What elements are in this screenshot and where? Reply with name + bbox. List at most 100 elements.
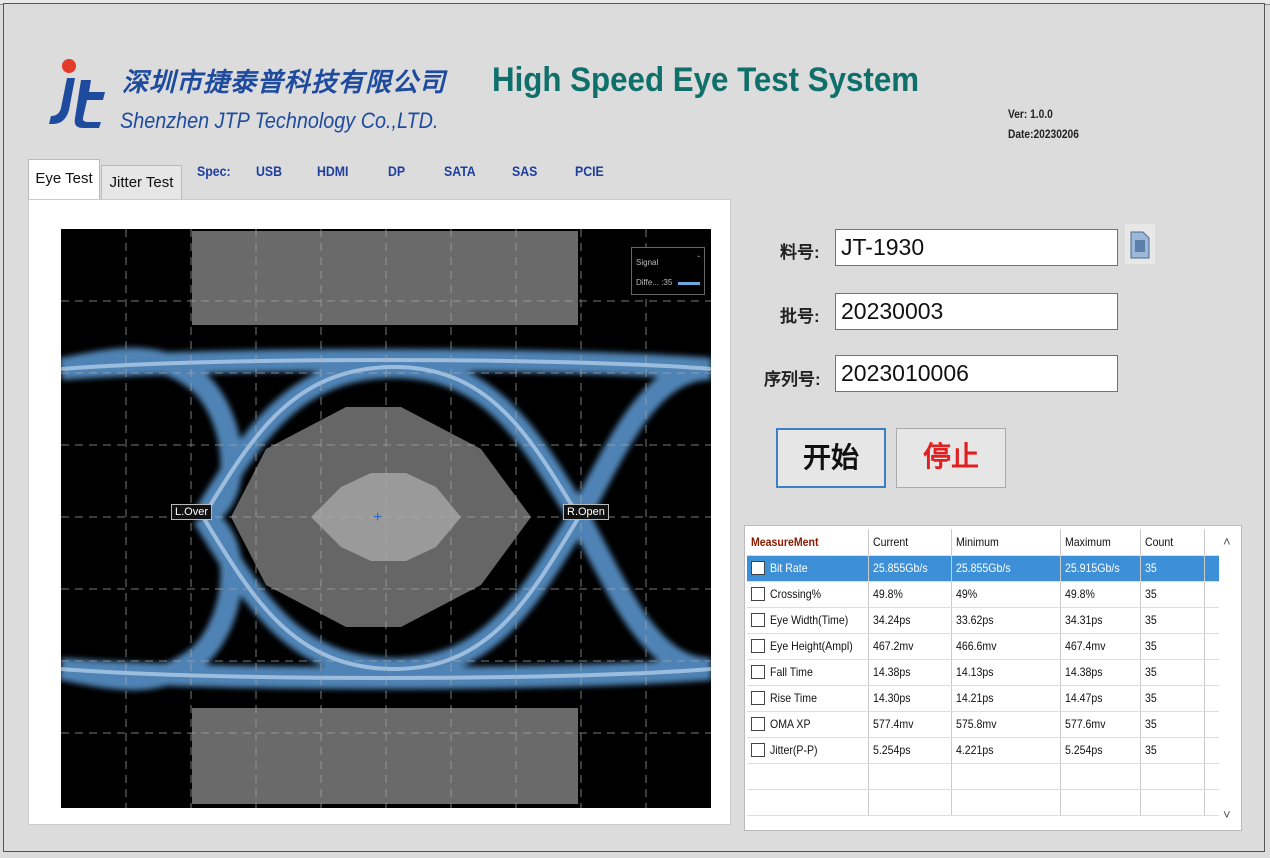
count-cell: 35 — [1140, 685, 1205, 712]
spec-option-usb[interactable]: USB — [256, 163, 282, 179]
maximum-value-cell: 577.6mv — [1060, 711, 1141, 738]
version-text: Ver: 1.0.0 — [1008, 107, 1053, 121]
measurement-name-cell: OMA XP — [747, 711, 869, 738]
minimum-value-cell: 4.221ps — [951, 737, 1061, 764]
row-spacer — [1204, 607, 1219, 634]
current-value-cell: 49.8% — [868, 581, 952, 608]
stop-button[interactable]: 停止 — [896, 428, 1006, 488]
table-row[interactable]: Jitter(P-P) 5.254ps 4.221ps 5.254ps 35 — [747, 737, 1219, 764]
header-current[interactable]: Current — [868, 529, 952, 556]
table-row[interactable]: Rise Time 14.30ps 14.21ps 14.47ps 35 — [747, 685, 1219, 712]
company-logo — [49, 59, 105, 128]
table-row[interactable]: Bit Rate 25.855Gb/s 25.855Gb/s 25.915Gb/s 35 — [747, 555, 1219, 582]
legend-collapse-icon[interactable]: ˆ — [697, 255, 700, 264]
company-name-en: Shenzhen JTP Technology Co.,LTD. — [120, 108, 439, 133]
row-checkbox[interactable] — [751, 717, 765, 732]
scroll-down-icon[interactable]: ˅ — [1223, 807, 1231, 822]
empty-table-row — [747, 763, 1219, 790]
serial-number-input[interactable] — [835, 355, 1118, 392]
measurement-name-cell: Crossing% — [747, 581, 869, 608]
header-minimum[interactable]: Minimum — [951, 529, 1061, 556]
row-spacer — [1204, 633, 1219, 660]
maximum-value-cell: 14.38ps — [1060, 659, 1141, 686]
spec-option-sas[interactable]: SAS — [512, 163, 537, 179]
maximum-value-cell: 467.4mv — [1060, 633, 1141, 660]
empty-cell — [1060, 789, 1141, 816]
measurement-table: MeasureMent Current Minimum Maximum Coun… — [747, 529, 1219, 816]
current-value-cell: 25.855Gb/s — [868, 555, 952, 582]
table-row[interactable]: Eye Height(Ampl) 467.2mv 466.6mv 467.4mv 35 — [747, 633, 1219, 660]
row-checkbox[interactable] — [751, 561, 765, 576]
build-date: Date:20230206 — [1008, 127, 1079, 141]
header-count[interactable]: Count — [1140, 529, 1205, 556]
row-checkbox[interactable] — [751, 613, 765, 628]
empty-cell — [747, 789, 869, 816]
table-row[interactable]: Eye Width(Time) 34.24ps 33.62ps 34.31ps 35 — [747, 607, 1219, 634]
minimum-value-cell: 49% — [951, 581, 1061, 608]
start-button[interactable]: 开始 — [776, 428, 886, 488]
row-checkbox[interactable] — [751, 743, 765, 758]
empty-cell — [951, 789, 1061, 816]
left-crossing-marker: L.Over — [171, 504, 213, 520]
table-row[interactable]: OMA XP 577.4mv 575.8mv 577.6mv 35 — [747, 711, 1219, 738]
file-open-icon[interactable] — [1125, 224, 1155, 264]
part-number-input[interactable] — [835, 229, 1118, 266]
row-spacer — [1204, 555, 1219, 582]
measurement-name-cell: Rise Time — [747, 685, 869, 712]
app-title: High Speed Eye Test System — [492, 61, 920, 99]
count-cell: 35 — [1140, 711, 1205, 738]
spec-option-pcie[interactable]: PCIE — [575, 163, 604, 179]
row-checkbox[interactable] — [751, 665, 765, 680]
count-cell: 35 — [1140, 607, 1205, 634]
batch-number-label: 批号: — [780, 307, 820, 326]
spec-option-sata[interactable]: SATA — [444, 163, 476, 179]
count-cell: 35 — [1140, 555, 1205, 582]
minimum-value-cell: 33.62ps — [951, 607, 1061, 634]
minimum-value-cell: 14.13ps — [951, 659, 1061, 686]
row-checkbox[interactable] — [751, 639, 765, 654]
empty-cell — [1140, 763, 1205, 790]
scroll-up-icon[interactable]: ˄ — [1223, 534, 1231, 549]
count-cell: 35 — [1140, 581, 1205, 608]
current-value-cell: 14.38ps — [868, 659, 952, 686]
batch-number-input[interactable] — [835, 293, 1118, 330]
current-value-cell: 14.30ps — [868, 685, 952, 712]
center-cursor-mark: + — [373, 509, 382, 526]
table-row[interactable]: Fall Time 14.38ps 14.13ps 14.38ps 35 — [747, 659, 1219, 686]
empty-cell — [951, 763, 1061, 790]
version-info: Ver: 1.0.0 Date:20230206 — [1008, 104, 1079, 144]
scope-legend: Signal ˆ Diffe... :35 — [631, 247, 705, 295]
measurement-name-cell: Bit Rate — [747, 555, 869, 582]
measurement-name-cell: Eye Width(Time) — [747, 607, 869, 634]
tab-eye-test[interactable]: Eye Test — [28, 159, 100, 199]
row-spacer — [1204, 711, 1219, 738]
header-maximum[interactable]: Maximum — [1060, 529, 1141, 556]
serial-number-label: 序列号: — [764, 370, 821, 389]
header-spacer — [1204, 529, 1219, 556]
table-header-row: MeasureMent Current Minimum Maximum Coun… — [747, 529, 1219, 556]
maximum-value-cell: 49.8% — [1060, 581, 1141, 608]
row-spacer — [1204, 685, 1219, 712]
maximum-value-cell: 14.47ps — [1060, 685, 1141, 712]
minimum-value-cell: 25.855Gb/s — [951, 555, 1061, 582]
measurement-name-cell: Jitter(P-P) — [747, 737, 869, 764]
empty-cell — [1204, 763, 1219, 790]
count-cell: 35 — [1140, 659, 1205, 686]
row-checkbox[interactable] — [751, 691, 765, 706]
eye-diagram-plot: + — [61, 229, 711, 808]
current-value-cell: 34.24ps — [868, 607, 952, 634]
tab-jitter-test[interactable]: Jitter Test — [101, 165, 182, 201]
spec-option-hdmi[interactable]: HDMI — [317, 163, 348, 179]
current-value-cell: 5.254ps — [868, 737, 952, 764]
row-spacer — [1204, 659, 1219, 686]
spec-option-dp[interactable]: DP — [388, 163, 405, 179]
minimum-value-cell: 14.21ps — [951, 685, 1061, 712]
minimum-value-cell: 466.6mv — [951, 633, 1061, 660]
empty-cell — [1140, 789, 1205, 816]
count-cell: 35 — [1140, 633, 1205, 660]
top-mask-region — [192, 231, 578, 325]
table-row[interactable]: Crossing% 49.8% 49% 49.8% 35 — [747, 581, 1219, 608]
header-measurement[interactable]: MeasureMent — [747, 529, 869, 556]
row-checkbox[interactable] — [751, 587, 765, 602]
minimum-value-cell: 575.8mv — [951, 711, 1061, 738]
